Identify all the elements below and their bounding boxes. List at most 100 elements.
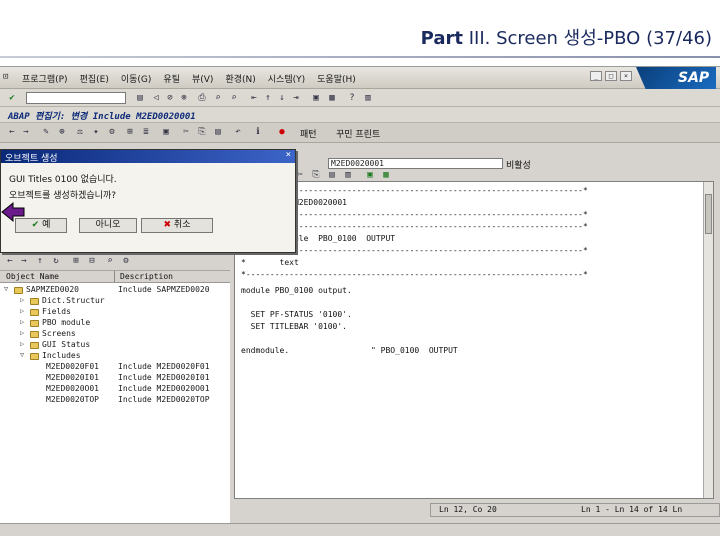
tree-node-root[interactable]: ▽ SAPMZED0020 Include SAPMZED0020 xyxy=(0,285,230,296)
expand-icon[interactable]: ▷ xyxy=(20,307,28,315)
exit-icon[interactable]: ⊘ xyxy=(164,92,176,104)
undo-icon[interactable]: ↶ xyxy=(232,126,244,138)
scrollbar-thumb[interactable] xyxy=(705,194,712,234)
where-used-icon[interactable]: ⊞ xyxy=(124,126,136,138)
block-icon[interactable]: ▦ xyxy=(380,169,392,181)
insert-line-icon[interactable]: ▤ xyxy=(326,169,338,181)
menu-environment[interactable]: 환경(N) xyxy=(225,72,255,85)
copy-icon[interactable]: ⎘ xyxy=(196,126,208,138)
command-field[interactable] xyxy=(26,92,126,104)
tree-node-fields[interactable]: ▷ Fields xyxy=(0,307,230,318)
editor-scrollbar[interactable] xyxy=(703,182,713,498)
first-page-icon[interactable]: ⇤ xyxy=(248,92,260,104)
editor-header: M2ED0020001 비활성 ✂ ⎘ ▤ ▥ ▣ ▦ xyxy=(230,155,720,181)
cancel-x-icon: ✖ xyxy=(163,220,174,230)
menu-system[interactable]: 시스템(Y) xyxy=(268,72,305,85)
node-name: SAPMZED0020 xyxy=(26,285,79,294)
check-icon[interactable]: ⚖ xyxy=(74,126,86,138)
tree-node-include[interactable]: M2ED0020F01 Include M2ED0020F01 xyxy=(0,362,230,373)
col-object-name[interactable]: Object Name xyxy=(6,272,59,281)
cursor-position: Ln 12, Co 20 xyxy=(439,505,497,514)
tree-node-include[interactable]: M2ED0020O01 Include M2ED0020O01 xyxy=(0,384,230,395)
window-menu-icon[interactable]: ⊡ xyxy=(3,72,13,82)
cancel-icon[interactable]: ⊗ xyxy=(178,92,190,104)
navigation-window-icon[interactable]: ▣ xyxy=(160,126,172,138)
copy-line-icon[interactable]: ⎘ xyxy=(310,169,322,181)
paste-icon[interactable]: ▤ xyxy=(212,126,224,138)
code-line: module PBO_0100 output. xyxy=(241,286,352,295)
next-page-icon[interactable]: ↓ xyxy=(276,92,288,104)
tree-find-icon[interactable]: ⌕ xyxy=(104,255,116,267)
node-description: Include SAPMZED0020 xyxy=(118,285,210,294)
other-object-icon[interactable]: ⊕ xyxy=(56,126,68,138)
prev-page-icon[interactable]: ↑ xyxy=(262,92,274,104)
collapse-icon[interactable]: ▽ xyxy=(20,351,28,359)
enter-icon[interactable]: ✔ xyxy=(6,92,18,104)
standard-toolbar: ✔ ▤ ◁ ⊘ ⊗ ⎙ ⌕ ⌕ ⇤ ↑ ↓ ⇥ ▣ ▦ ? ▥ xyxy=(0,89,720,107)
menu-edit[interactable]: 편집(E) xyxy=(80,72,109,85)
menu-program[interactable]: 프로그램(P) xyxy=(22,72,68,85)
collapse-icon[interactable]: ▽ xyxy=(4,285,12,293)
tree-node-dict[interactable]: ▷ Dict.Structur xyxy=(0,296,230,307)
column-separator[interactable] xyxy=(114,271,115,283)
test-icon[interactable]: ⚙ xyxy=(106,126,118,138)
cancel-button[interactable]: ✖ 취소 xyxy=(141,218,213,233)
col-description[interactable]: Description xyxy=(120,272,173,281)
minimize-icon[interactable]: _ xyxy=(590,71,602,81)
expand-icon[interactable]: ▷ xyxy=(20,340,28,348)
tree-back-icon[interactable]: ← xyxy=(4,255,16,267)
tree-node-include[interactable]: M2ED0020I01 Include M2ED0020I01 xyxy=(0,373,230,384)
find-next-icon[interactable]: ⌕ xyxy=(228,92,240,104)
line-range: Ln 1 - Ln 14 of 14 Ln xyxy=(581,505,683,514)
activate-icon[interactable]: ✦ xyxy=(90,126,102,138)
tree-forward-icon[interactable]: → xyxy=(18,255,30,267)
expand-icon[interactable]: ▷ xyxy=(20,329,28,337)
back-icon[interactable]: ◁ xyxy=(150,92,162,104)
display-change-icon[interactable]: ✎ xyxy=(40,126,52,138)
print-icon[interactable]: ⎙ xyxy=(196,92,208,104)
slide-title-bold: Part xyxy=(420,28,463,49)
tree-node-include[interactable]: M2ED0020TOP Include M2ED0020TOP xyxy=(0,395,230,406)
new-session-icon[interactable]: ▣ xyxy=(310,92,322,104)
back-nav-icon[interactable]: ← xyxy=(6,126,18,138)
tree-node-screens[interactable]: ▷ Screens xyxy=(0,329,230,340)
download-icon[interactable]: ▣ xyxy=(364,169,376,181)
last-page-icon[interactable]: ⇥ xyxy=(290,92,302,104)
close-icon[interactable]: × xyxy=(620,71,632,81)
expand-icon[interactable]: ▷ xyxy=(20,318,28,326)
tree-node-includes[interactable]: ▽ Includes xyxy=(0,351,230,362)
tree-settings-icon[interactable]: ⚙ xyxy=(120,255,132,267)
tree-refresh-icon[interactable]: ↻ xyxy=(50,255,62,267)
tree-node-pbo[interactable]: ▷ PBO module xyxy=(0,318,230,329)
save-icon[interactable]: ▤ xyxy=(134,92,146,104)
tree-expand-icon[interactable]: ⊞ xyxy=(70,255,82,267)
menu-help[interactable]: 도움말(H) xyxy=(317,72,356,85)
code-editor[interactable]: *---------------------------------------… xyxy=(234,181,714,499)
breakpoint-icon[interactable]: ● xyxy=(276,126,288,138)
object-list-icon[interactable]: ≣ xyxy=(140,126,152,138)
pretty-printer-button[interactable]: 꾸민 프린트 xyxy=(336,127,380,140)
dialog-close-icon[interactable]: × xyxy=(286,150,291,160)
include-name-field[interactable]: M2ED0020001 xyxy=(328,158,503,169)
forward-nav-icon[interactable]: → xyxy=(20,126,32,138)
cut-icon[interactable]: ✂ xyxy=(180,126,192,138)
find-icon[interactable]: ⌕ xyxy=(212,92,224,104)
tree-node-gui-status[interactable]: ▷ GUI Status xyxy=(0,340,230,351)
shortcut-icon[interactable]: ▦ xyxy=(326,92,338,104)
pattern-button[interactable]: 패턴 xyxy=(300,127,317,140)
info-icon[interactable]: ℹ xyxy=(252,126,264,138)
menu-goto[interactable]: 이동(G) xyxy=(121,72,152,85)
tree-collapse-icon[interactable]: ⊟ xyxy=(86,255,98,267)
help-icon[interactable]: ? xyxy=(346,92,358,104)
menu-view[interactable]: 뷰(V) xyxy=(192,72,213,85)
expand-icon[interactable]: ▷ xyxy=(20,296,28,304)
tree-up-icon[interactable]: ↑ xyxy=(34,255,46,267)
maximize-icon[interactable]: □ xyxy=(605,71,617,81)
menu-utilities[interactable]: 유틸 xyxy=(163,72,180,85)
no-button[interactable]: 아니오 xyxy=(79,218,137,233)
layout-icon[interactable]: ▥ xyxy=(362,92,374,104)
upload-icon[interactable]: ▥ xyxy=(342,169,354,181)
folder-icon xyxy=(30,353,39,360)
status-bar xyxy=(0,523,720,536)
window-controls: _ □ × xyxy=(590,71,632,81)
